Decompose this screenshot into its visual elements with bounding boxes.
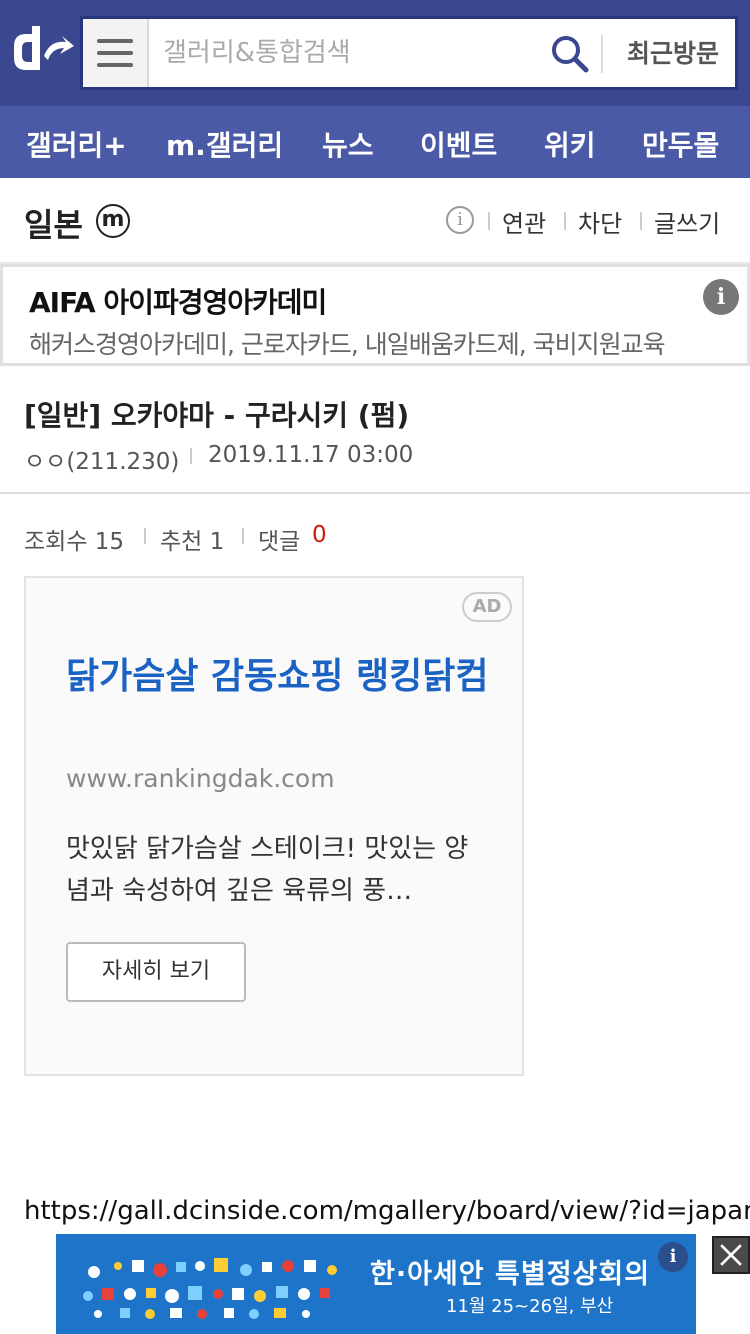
ad-badge: AD: [462, 592, 512, 622]
gallery-title[interactable]: 일본: [24, 200, 83, 246]
recent-visits-button[interactable]: 최근방문: [613, 35, 733, 73]
bottom-ad-title[interactable]: 한·아세안 특별정상회의: [370, 1252, 650, 1291]
search-box: 최근방문: [80, 16, 738, 90]
asean-pattern-graphic: [83, 1258, 337, 1319]
view-count: 조회수 15: [24, 529, 125, 555]
menu-button[interactable]: [83, 19, 149, 87]
bottom-ad-area: 한·아세안 특별정상회의 11월 25~26일, 부산 i: [0, 1234, 750, 1334]
ad-card-title[interactable]: 닭가슴살 감동쇼핑 랭킹닭컴: [66, 654, 496, 700]
text-ad-banner[interactable]: AIFA 아이파경영아카데미 해커스경영아카데미, 근로자카드, 내일배움카드제…: [0, 264, 750, 366]
info-icon[interactable]: i: [446, 206, 474, 234]
ad-title[interactable]: AIFA 아이파경영아카데미: [29, 281, 327, 321]
minor-gallery-badge: m: [96, 204, 130, 238]
hamburger-line: [97, 63, 133, 67]
divider: [564, 212, 566, 230]
write-link[interactable]: 글쓰기: [654, 204, 720, 239]
dc-logo-icon[interactable]: [10, 26, 76, 78]
page-url: https://gall.dcinside.com/mgallery/board…: [24, 1196, 750, 1226]
ad-info-icon[interactable]: i: [703, 279, 739, 315]
header: 최근방문: [0, 0, 750, 106]
divider: [488, 212, 490, 230]
bottom-ad-subtitle[interactable]: 11월 25~26일, 부산: [446, 1292, 613, 1318]
search-input[interactable]: [163, 33, 543, 73]
nav-item-m-gallery[interactable]: m.갤러리: [166, 124, 283, 164]
search-icon[interactable]: [549, 33, 591, 75]
nav-item-gallery-plus[interactable]: 갤러리+: [26, 124, 127, 164]
close-icon[interactable]: [712, 1236, 750, 1274]
post-title: [일반] 오카야마 - 구라시키 (펌): [24, 399, 410, 432]
nav-item-news[interactable]: 뉴스: [322, 124, 374, 164]
divider: [601, 35, 603, 73]
nav-item-wiki[interactable]: 위키: [544, 124, 596, 164]
ad-details-button[interactable]: 자세히 보기: [66, 942, 246, 1002]
comment-label: 댓글: [258, 529, 301, 555]
hamburger-line: [97, 51, 133, 55]
divider: [640, 212, 642, 230]
bottom-ad-info-icon[interactable]: i: [658, 1242, 688, 1272]
nav-item-mall[interactable]: 만두몰: [642, 124, 719, 164]
divider: [144, 528, 146, 544]
block-link[interactable]: 차단: [578, 204, 622, 239]
divider: [190, 448, 192, 464]
post-date: 2019.11.17 03:00: [208, 442, 414, 468]
divider: [242, 528, 244, 544]
ad-card-url[interactable]: www.rankingdak.com: [66, 764, 335, 793]
ad-card[interactable]: AD 닭가슴살 감동쇼핑 랭킹닭컴 www.rankingdak.com 맛있닭…: [24, 576, 524, 1076]
gallery-header: 일본 m i 연관 차단 글쓰기: [0, 178, 750, 264]
bottom-banner-ad[interactable]: 한·아세안 특별정상회의 11월 25~26일, 부산 i: [56, 1234, 696, 1334]
hamburger-line: [97, 39, 133, 43]
ad-description[interactable]: 해커스경영아카데미, 근로자카드, 내일배움카드제, 국비지원교육: [29, 325, 689, 361]
recommend-count: 추천 1: [160, 529, 225, 555]
comment-count[interactable]: 0: [312, 522, 327, 548]
ad-card-description[interactable]: 맛있닭 닭가슴살 스테이크! 맛있는 양념과 숙성하여 깊은 육류의 풍…: [66, 828, 486, 912]
main-nav: 갤러리+ m.갤러리 뉴스 이벤트 위키 만두몰: [0, 106, 750, 178]
related-link[interactable]: 연관: [502, 204, 546, 239]
nav-item-event[interactable]: 이벤트: [420, 124, 497, 164]
post-author[interactable]: ㅇㅇ(211.230): [24, 442, 179, 476]
post-header: [일반] 오카야마 - 구라시키 (펌) ㅇㅇ(211.230) 2019.11…: [0, 366, 750, 494]
